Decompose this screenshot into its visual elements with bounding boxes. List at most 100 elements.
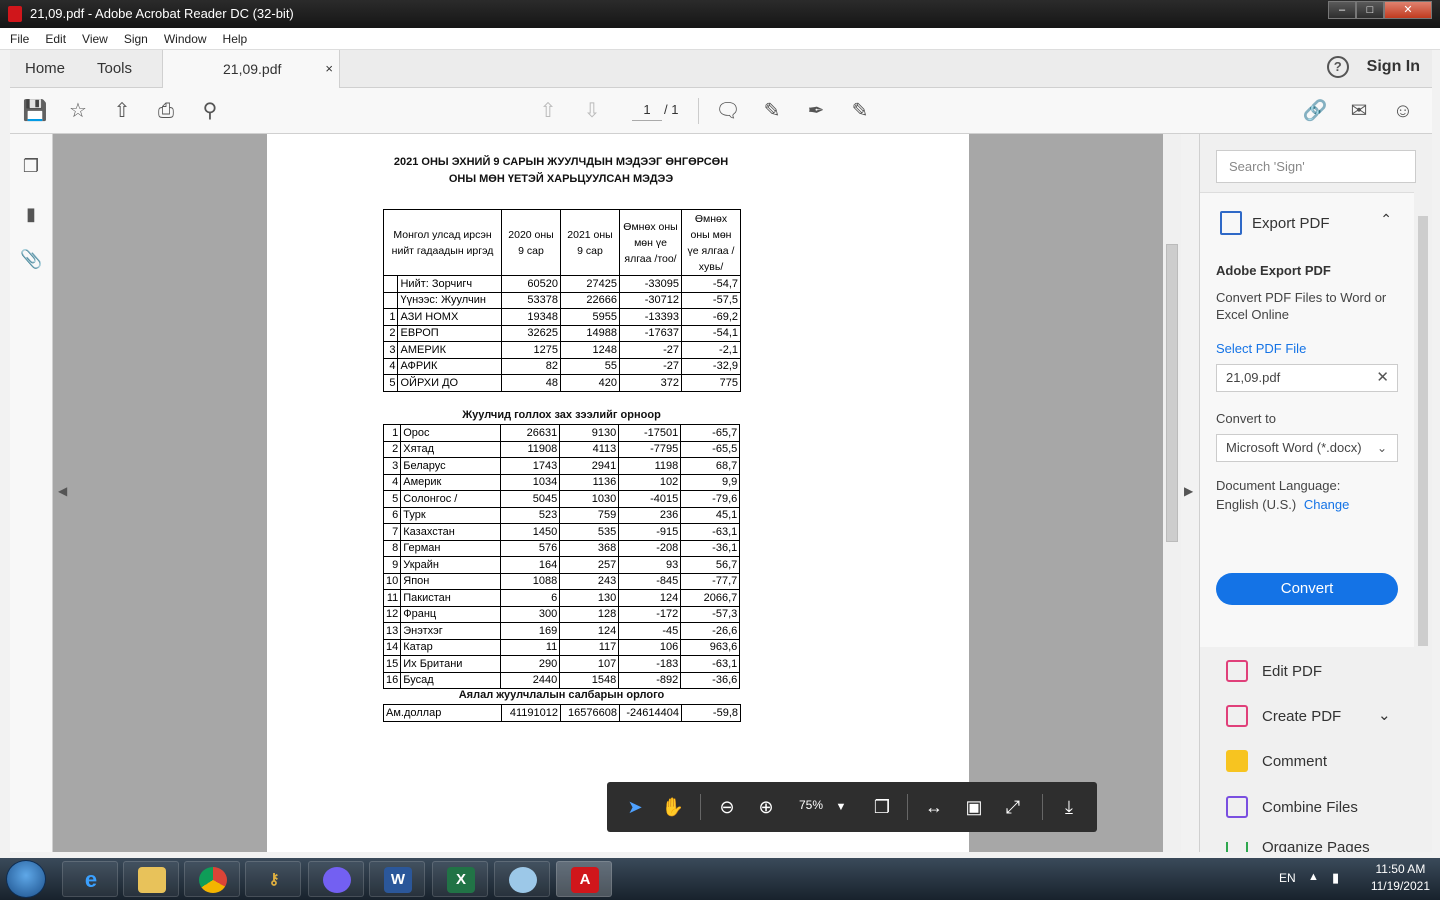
panel-scrollbar[interactable] [1416,200,1432,850]
tab-document[interactable]: 21,09.pdf × [162,50,340,88]
page-view-icon[interactable]: ❐ [870,796,894,818]
table-cell: 14 [382,638,402,656]
tab-home[interactable]: Home [25,50,65,88]
menu-view[interactable]: View [72,28,114,46]
table-cell: 55 [560,357,620,375]
table-cell: 1 [382,424,402,442]
next-page-icon[interactable]: ⇩ [579,98,605,124]
highlight-pen-icon[interactable]: ✎ [759,98,785,124]
taskbar-excel[interactable]: X [432,861,488,897]
taskbar-acrobat[interactable]: A [556,861,612,897]
star-icon[interactable]: ☆ [65,98,91,124]
zoom-in-icon[interactable]: ⊕ [754,796,778,818]
menu-edit[interactable]: Edit [35,28,72,46]
convert-button[interactable]: Convert [1216,573,1398,605]
minimize-button[interactable]: ‒ [1328,1,1356,19]
table-cell: Украйн [400,556,502,574]
page-thumbnails-icon[interactable]: ❐ [20,156,42,178]
select-pdf-file-link[interactable]: Select PDF File [1216,341,1306,356]
change-language-link[interactable]: Change [1304,497,1350,512]
tab-close-icon[interactable]: × [325,50,333,88]
zoom-out-icon[interactable]: ⊖ [715,796,739,818]
float-divider [907,794,908,820]
fill-sign-icon[interactable]: ✎ [847,98,873,124]
upload-cloud-icon[interactable]: ⇧ [109,98,135,124]
fit-width-icon[interactable]: ↔ [922,796,946,818]
table-cell: -17637 [619,324,682,342]
sign-icon[interactable]: ✒ [803,98,829,124]
create-pdf-chevron-icon[interactable]: ⌄ [1378,706,1391,724]
table-cell: 2066,7 [680,589,741,607]
taskbar-explorer[interactable] [123,861,179,897]
save-icon[interactable]: 💾 [22,98,48,124]
tray-arrow-icon[interactable]: ▲ [1308,871,1319,883]
taskbar-chrome[interactable] [184,861,240,897]
menu-sign[interactable]: Sign [114,28,154,46]
page-number-input[interactable]: 1 [632,99,662,121]
fullscreen-icon[interactable]: ⤢ [1001,796,1025,818]
menu-window[interactable]: Window [154,28,213,46]
table-cell: Бусад [400,671,502,689]
clear-file-icon[interactable]: ✕ [1376,365,1389,391]
document-scrollbar[interactable] [1163,134,1181,852]
taskbar-word[interactable]: W [369,861,425,897]
table-cell: 4 [382,357,399,375]
chevron-up-icon[interactable]: ⌃ [1380,211,1392,228]
scrollbar-thumb[interactable] [1166,244,1178,542]
left-navigation: ❐ ▮ 📎 [10,134,53,852]
table-cell: -36,1 [680,539,741,557]
add-user-icon[interactable]: ☺ [1390,98,1416,124]
network-icon[interactable]: ▮ [1332,870,1339,886]
menu-help[interactable]: Help [213,28,254,46]
expand-right-icon[interactable]: ▶ [1184,484,1193,498]
taskbar-viber[interactable] [308,861,364,897]
table-cell: Герман [400,539,502,557]
attachment-icon[interactable]: 📎 [20,249,42,271]
tool-create-pdf[interactable]: Create PDF [1226,705,1341,727]
tool-organize-pages[interactable]: Organize Pages [1226,842,1370,852]
float-divider [700,794,701,820]
sign-in-button[interactable]: Sign In [1367,58,1420,76]
table-row: Үүнээс: Жуулчин 53378 22666 -30712 -57,5 [382,291,741,309]
comment-icon[interactable]: 🗨 [715,98,741,124]
print-icon[interactable]: ⎙ [153,98,179,124]
language-indicator[interactable]: EN [1279,871,1296,885]
tab-tools[interactable]: Tools [97,50,132,88]
select-cursor-icon[interactable]: ➤ [623,796,647,818]
close-button[interactable]: ✕ [1384,1,1432,19]
table-cell: 12 [382,605,402,623]
maximize-button[interactable]: □ [1356,1,1384,19]
format-select[interactable]: Microsoft Word (*.docx) ⌄ [1216,434,1398,462]
start-button[interactable] [6,860,46,898]
table-cell: 93 [618,556,682,574]
tool-comment[interactable]: Comment [1226,750,1327,772]
panel-scrollbar-thumb[interactable] [1418,216,1428,646]
zoom-dropdown-icon[interactable]: ▼ [829,796,853,818]
header-cell: Өмнөх оны мөн үе ялгаа /тоо/ [619,209,682,276]
income-diff: -24614404 [619,704,682,722]
system-clock[interactable]: 11:50 AM 11/19/2021 [1371,862,1430,893]
selected-file-field[interactable]: 21,09.pdf ✕ [1216,364,1398,392]
collapse-left-icon[interactable]: ◀ [58,484,67,498]
search-zoom-icon[interactable]: ⚲ [197,98,223,124]
tool-combine-files[interactable]: Combine Files [1226,796,1358,818]
export-pdf-header[interactable]: Export PDF [1220,211,1330,235]
fit-page-icon[interactable]: ▣ [962,796,986,818]
taskbar-keys[interactable]: ⚷ [245,861,301,897]
help-icon[interactable]: ? [1326,56,1349,78]
hand-tool-icon[interactable]: ✋ [661,796,685,818]
prev-page-icon[interactable]: ⇧ [535,98,561,124]
menu-file[interactable]: File [0,28,35,46]
save-download-icon[interactable]: ⤓ [1057,796,1081,818]
search-input[interactable]: Search 'Sign' [1216,150,1416,183]
email-icon[interactable]: ✉ [1346,98,1372,124]
taskbar-paint[interactable] [494,861,550,897]
table-cell: -208 [618,539,682,557]
table-cell: 14988 [560,324,620,342]
tool-edit-pdf[interactable]: Edit PDF [1226,660,1322,682]
table-cell: -63,1 [680,655,741,673]
taskbar-ie[interactable]: e [62,861,118,897]
zoom-level[interactable]: 75% [799,798,823,812]
bookmark-icon[interactable]: ▮ [20,204,42,226]
share-link-icon[interactable]: 🔗 [1302,98,1328,124]
